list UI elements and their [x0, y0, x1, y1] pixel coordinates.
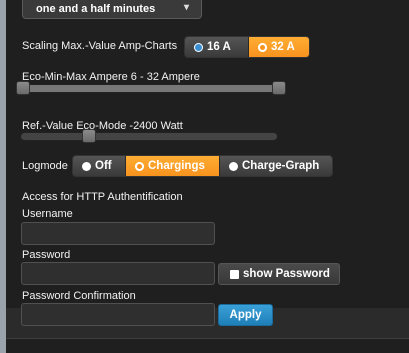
password-label: Password [22, 249, 71, 261]
eco-range-fill [23, 85, 283, 92]
ref-value-track[interactable] [20, 132, 278, 141]
radio-icon [194, 42, 203, 52]
eco-range-label: Eco-Min-Max Ampere 6 - 32 Ampere [22, 71, 200, 83]
eco-range-track[interactable] [20, 84, 286, 93]
logmode-toggle: Off Chargings Charge-Graph [72, 155, 333, 177]
interval-select-value: one and a half minutes [36, 3, 156, 15]
checkbox-icon [230, 269, 239, 279]
logmode-option-chargings[interactable]: Chargings [126, 156, 220, 176]
logmode-option-charge-graph[interactable]: Charge-Graph [220, 156, 332, 176]
radio-selected-icon [258, 42, 267, 52]
footer-divider [6, 338, 409, 339]
radio-selected-icon [135, 161, 144, 171]
ref-value-handle[interactable] [82, 129, 96, 143]
eco-max-handle[interactable] [272, 81, 286, 95]
logmode-option-off[interactable]: Off [73, 156, 126, 176]
scaling-label: Scaling Max.-Value Amp-Charts [22, 40, 178, 52]
password-input[interactable] [21, 262, 215, 285]
password-confirm-input[interactable] [21, 303, 215, 326]
auth-section-label: Access for HTTP Authentification [22, 191, 183, 203]
ref-value-label: Ref.-Value Eco-Mode -2400 Watt [22, 120, 183, 132]
chevron-down-icon: ▾ [183, 2, 189, 13]
show-password-label: show Password [243, 268, 330, 280]
show-password-toggle[interactable]: show Password [218, 263, 340, 285]
scaling-option-label: 32 A [271, 41, 295, 53]
radio-icon [229, 161, 238, 171]
scaling-option-16a[interactable]: 16 A [185, 37, 249, 57]
username-input[interactable] [21, 222, 215, 245]
scaling-option-label: 16 A [207, 41, 231, 53]
logmode-option-label: Chargings [148, 160, 205, 172]
interval-select[interactable]: one and a half minutes ▾ [22, 0, 202, 19]
logmode-label: Logmode [22, 160, 68, 172]
logmode-option-label: Charge-Graph [242, 160, 320, 172]
eco-min-handle[interactable] [16, 81, 30, 95]
radio-icon [82, 161, 91, 171]
confirm-label: Password Confirmation [22, 290, 136, 302]
scaling-option-32a[interactable]: 32 A [249, 37, 309, 57]
username-label: Username [22, 208, 73, 220]
apply-button[interactable]: Apply [218, 304, 273, 326]
logmode-option-label: Off [95, 160, 112, 172]
scaling-toggle: 16 A 32 A [184, 36, 310, 58]
